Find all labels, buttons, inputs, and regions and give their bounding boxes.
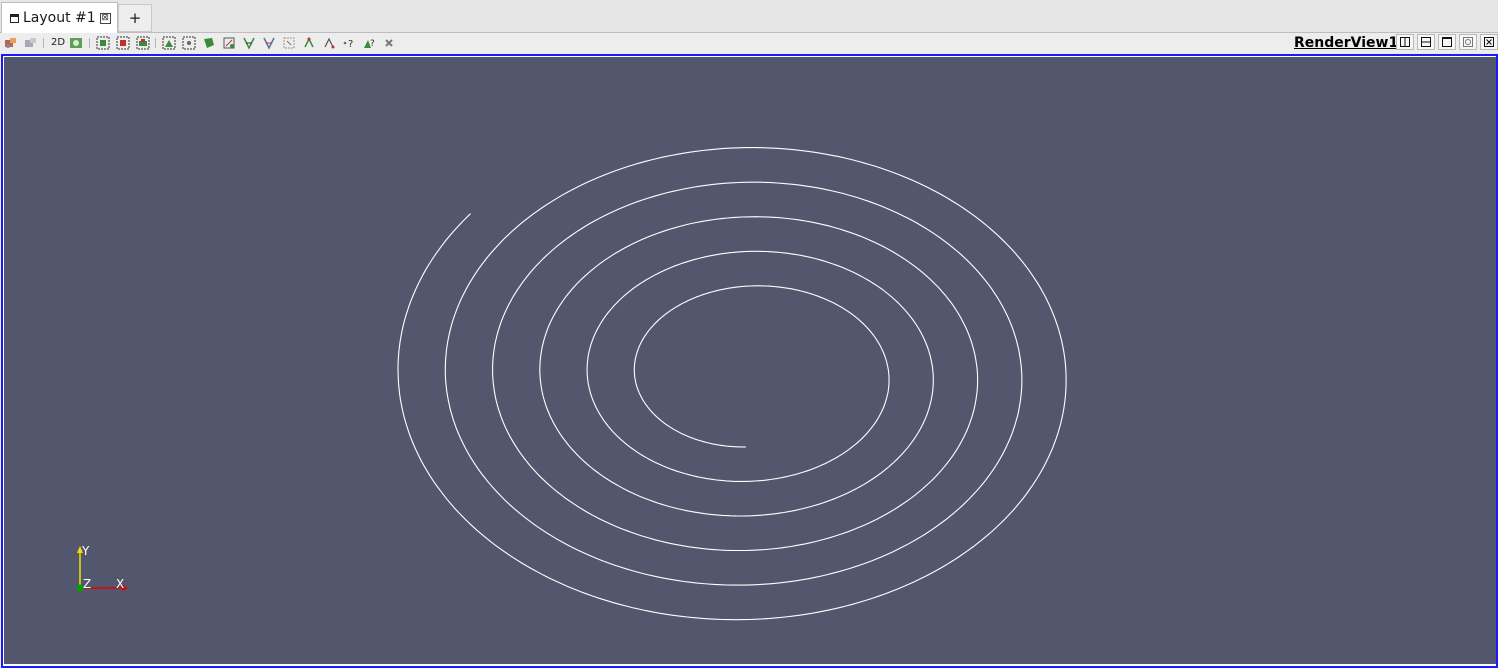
find-data-icon[interactable]: ? xyxy=(362,36,376,50)
view-toolbar: 2D ? ? RenderView1 xyxy=(0,33,1498,54)
select-frustum-points-icon[interactable] xyxy=(162,36,176,50)
select-polygon-cells-icon[interactable] xyxy=(182,36,196,50)
reset-camera-closest-icon[interactable] xyxy=(24,36,38,50)
shrink-selection-icon[interactable]: ? xyxy=(342,36,356,50)
toggle-2d-3d-button[interactable]: 2D xyxy=(51,36,65,50)
render-viewport[interactable]: X Y Z xyxy=(4,57,1496,664)
capture-screenshot-icon[interactable] xyxy=(69,36,83,50)
interactive-select-points-icon[interactable] xyxy=(262,36,276,50)
interactive-select-cells-icon[interactable] xyxy=(242,36,256,50)
toolbar-separator xyxy=(155,38,156,48)
layout-tab-bar: Layout #1 ⊠ + xyxy=(0,0,1498,33)
split-horizontal-icon[interactable] xyxy=(1396,34,1414,50)
render-view-title[interactable]: RenderView1 xyxy=(1294,34,1398,52)
hover-cells-icon[interactable] xyxy=(302,36,316,50)
grow-selection-icon[interactable] xyxy=(322,36,336,50)
reset-camera-icon[interactable] xyxy=(4,36,18,50)
y-axis-label: Y xyxy=(81,544,90,558)
maximize-icon[interactable] xyxy=(1438,34,1456,50)
tab-layout-1[interactable]: Layout #1 ⊠ xyxy=(1,2,118,33)
z-axis-label: Z xyxy=(83,577,91,591)
scene-canvas[interactable]: X Y Z xyxy=(4,57,1496,664)
svg-text:?: ? xyxy=(370,39,375,49)
close-tab-icon[interactable]: ⊠ xyxy=(99,12,111,24)
toolbar-separator xyxy=(89,38,90,48)
select-frustum-cells-icon[interactable] xyxy=(136,36,150,50)
restore-icon[interactable] xyxy=(1459,34,1477,50)
clear-selection-icon[interactable] xyxy=(382,36,396,50)
orientation-axes: X Y Z xyxy=(76,544,128,592)
hover-points-icon[interactable] xyxy=(282,36,296,50)
select-surface-cells-icon[interactable] xyxy=(96,36,110,50)
close-view-icon[interactable] xyxy=(1480,34,1498,50)
x-axis-label: X xyxy=(116,577,124,591)
add-layout-button[interactable]: + xyxy=(118,4,152,32)
spiral-curve xyxy=(397,147,1067,621)
tab-layout-1-label: Layout #1 xyxy=(23,10,96,26)
split-vertical-icon[interactable] xyxy=(1417,34,1435,50)
toolbar-separator xyxy=(43,38,44,48)
svg-text:?: ? xyxy=(348,39,353,50)
layout-icon xyxy=(10,13,19,23)
select-surface-points-icon[interactable] xyxy=(116,36,130,50)
select-polygon-points-icon[interactable] xyxy=(202,36,216,50)
select-block-icon[interactable] xyxy=(222,36,236,50)
